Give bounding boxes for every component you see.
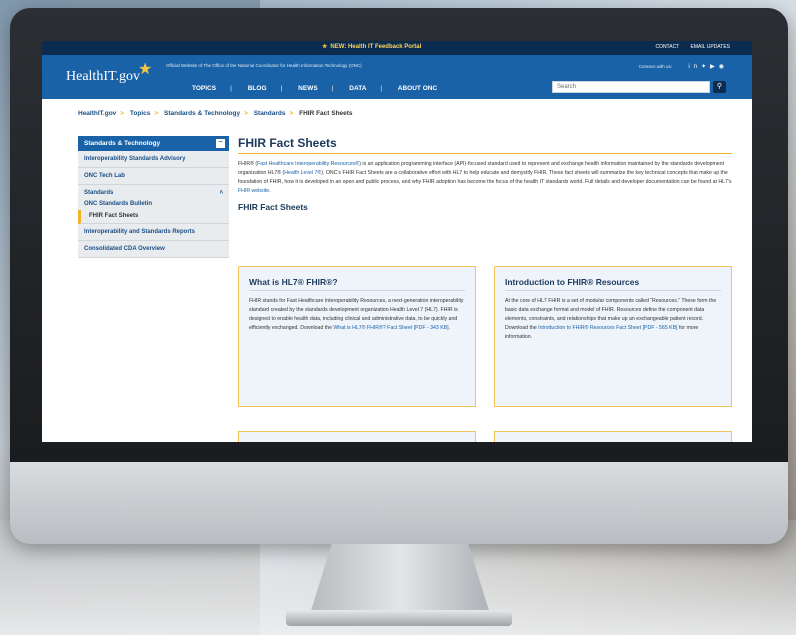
fact-card-partial: [494, 431, 732, 442]
intro-text: .: [269, 188, 271, 194]
nav-data[interactable]: DATA: [349, 85, 366, 92]
sidebar-item-standards[interactable]: Standards ˄: [78, 185, 229, 199]
fact-card-partial: [238, 431, 476, 442]
notice-link[interactable]: NEW: Health IT Feedback Portal: [330, 44, 421, 50]
breadcrumb-topics[interactable]: Topics: [130, 110, 150, 117]
nav-news[interactable]: NEWS: [298, 85, 318, 92]
card-title: Introduction to FHIR® Resources: [505, 277, 721, 291]
card-text: .: [448, 325, 451, 331]
breadcrumb-sep: >: [154, 110, 159, 117]
card-body: At the core of HL7 FHIR is a set of modu…: [505, 297, 721, 342]
fact-card: Introduction to FHIR® Resources At the c…: [494, 266, 732, 407]
breadcrumb-standards-tech[interactable]: Standards & Technology: [164, 110, 240, 117]
nav-separator: |: [331, 85, 334, 92]
chevron-up-icon[interactable]: ˄: [219, 190, 223, 196]
card-title: What is HL7® FHIR®?: [249, 277, 465, 291]
sidebar-heading[interactable]: Standards & Technology −: [78, 136, 229, 151]
browser-screen: ★ NEW: Health IT Feedback Portal CONTACT …: [42, 41, 752, 442]
hl7-link[interactable]: Health Level 7®: [284, 170, 321, 176]
nav-separator: |: [380, 85, 383, 92]
sidebar-item-fhir[interactable]: FHIR Fact Sheets: [78, 210, 229, 224]
top-links: CONTACT EMAIL UPDATES: [645, 44, 730, 50]
star-icon: ★: [322, 44, 328, 50]
connect-label: Connect with us:: [638, 64, 672, 69]
card-download-link[interactable]: Introduction to FHIR® Resources Fact She…: [538, 325, 677, 331]
breadcrumb: HealthIT.gov > Topics > Standards & Techno…: [78, 110, 353, 117]
search-input[interactable]: Search: [552, 81, 710, 93]
fhir-website-link[interactable]: FHIR website: [238, 188, 269, 194]
page-title: FHIR Fact Sheets: [238, 136, 732, 154]
breadcrumb-sep: >: [289, 110, 294, 117]
breadcrumb-current: FHIR Fact Sheets: [299, 110, 353, 117]
breadcrumb-standards[interactable]: Standards: [254, 110, 286, 117]
main-nav: TOPICS | BLOG | NEWS | DATA | ABOUT ONC: [192, 85, 451, 92]
twitter-icon[interactable]: ✦: [701, 64, 710, 70]
breadcrumb-home[interactable]: HealthIT.gov: [78, 110, 116, 117]
feedback-notice[interactable]: ★ NEW: Health IT Feedback Portal: [322, 43, 421, 50]
nav-topics[interactable]: TOPICS: [192, 85, 216, 92]
sidebar-item-bulletin[interactable]: ONC Standards Bulletin: [78, 199, 229, 210]
section-heading: FHIR Fact Sheets: [238, 202, 308, 212]
sidebar: Standards & Technology − Interoperabilit…: [78, 136, 229, 258]
site-logo[interactable]: HealthIT.gov: [66, 69, 140, 85]
monitor-stand: [310, 544, 490, 614]
nav-blog[interactable]: BLOG: [248, 85, 267, 92]
contact-link[interactable]: CONTACT: [655, 44, 679, 50]
nav-about-onc[interactable]: ABOUT ONC: [398, 85, 437, 92]
top-bar: ★ NEW: Health IT Feedback Portal CONTACT …: [42, 41, 752, 55]
email-updates-link[interactable]: EMAIL UPDATES: [691, 44, 730, 50]
social-icons[interactable]: in✦▶◉: [688, 63, 728, 70]
nav-separator: |: [230, 85, 232, 92]
rss-icon[interactable]: ◉: [719, 64, 728, 70]
linkedin-icon[interactable]: in: [688, 64, 701, 70]
sidebar-item-tech-lab[interactable]: ONC Tech Lab: [78, 168, 229, 185]
youtube-icon[interactable]: ▶: [710, 64, 719, 70]
intro-paragraph: FHIR® (Fast Healthcare Interoperability …: [238, 160, 732, 196]
sidebar-heading-label: Standards & Technology: [84, 140, 161, 147]
nav-separator: |: [280, 85, 283, 92]
card-body: FHIR stands for Fast Healthcare Interope…: [249, 297, 465, 333]
fact-card: What is HL7® FHIR®? FHIR stands for Fast…: [238, 266, 476, 407]
official-banner: Official Website of The Office of the Na…: [166, 63, 362, 68]
sidebar-item-ccda[interactable]: Consolidated CDA Overview: [78, 241, 229, 258]
intro-text: FHIR® (: [238, 161, 258, 167]
breadcrumb-sep: >: [120, 110, 125, 117]
card-download-link[interactable]: What is HL7® FHIR®? Fact Sheet [PDF - 34…: [333, 325, 448, 331]
monitor-base: [286, 610, 512, 626]
breadcrumb-sep: >: [244, 110, 248, 117]
main-content: FHIR Fact Sheets FHIR® (Fast Healthcare …: [238, 136, 732, 442]
sidebar-item-reports[interactable]: Interoperability and Standards Reports: [78, 224, 229, 241]
fhir-link[interactable]: Fast Healthcare Interoperability Resourc…: [257, 161, 359, 167]
search-icon[interactable]: ⚲: [713, 81, 726, 93]
sidebar-item-standards-label: Standards: [84, 190, 114, 196]
logo-star-icon: ★: [138, 61, 153, 78]
monitor-chin: [10, 462, 788, 544]
site-header: HealthIT.gov ★ Official Website of The O…: [42, 55, 752, 99]
sidebar-item-isa[interactable]: Interoperability Standards Advisory: [78, 151, 229, 168]
collapse-icon[interactable]: −: [216, 139, 225, 148]
